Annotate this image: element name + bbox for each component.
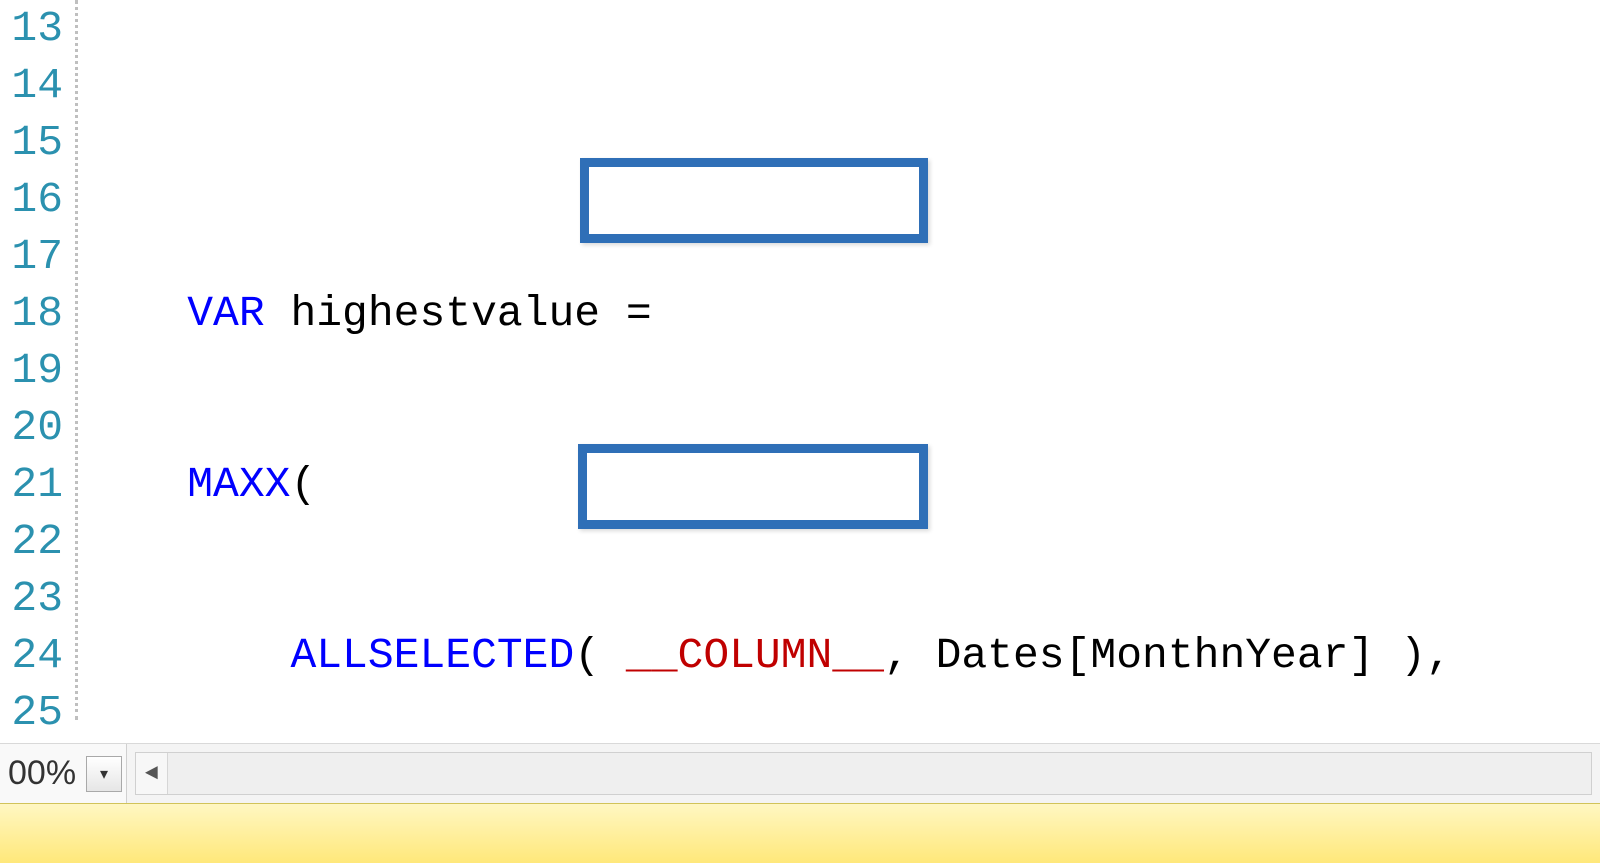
line-number: 24 <box>0 627 63 684</box>
zoom-label: 00% <box>8 754 76 793</box>
line-number: 14 <box>0 57 63 114</box>
line-number: 23 <box>0 570 63 627</box>
triangle-left-icon: ◄ <box>145 761 158 786</box>
code-line: VAR highestvalue = <box>84 285 1600 342</box>
zoom-control[interactable]: 00% ▾ <box>0 744 127 803</box>
line-number: 15 <box>0 114 63 171</box>
line-number: 13 <box>0 0 63 57</box>
status-bar <box>0 803 1600 863</box>
chevron-down-icon: ▾ <box>100 764 108 784</box>
zoom-dropdown-button[interactable]: ▾ <box>86 756 122 792</box>
line-number: 25 <box>0 684 63 741</box>
scroll-left-button[interactable]: ◄ <box>136 753 168 794</box>
scrollbar-track[interactable] <box>168 753 1591 794</box>
line-number: 16 <box>0 171 63 228</box>
code-line <box>84 114 1600 171</box>
line-number: 17 <box>0 228 63 285</box>
horizontal-scrollbar[interactable]: ◄ <box>135 752 1592 795</box>
code-line: MAXX( <box>84 456 1600 513</box>
code-line: ALLSELECTED( __COLUMN__, Dates[MonthnYea… <box>84 627 1600 684</box>
code-editor[interactable]: 13 14 15 16 17 18 19 20 21 22 23 24 25 V… <box>0 0 1600 720</box>
editor-footer: 00% ▾ ◄ <box>0 743 1600 803</box>
line-number: 22 <box>0 513 63 570</box>
code-area[interactable]: VAR highestvalue = MAXX( ALLSELECTED( __… <box>78 0 1600 720</box>
line-number: 20 <box>0 399 63 456</box>
line-number-gutter: 13 14 15 16 17 18 19 20 21 22 23 24 25 <box>0 0 78 720</box>
line-number: 21 <box>0 456 63 513</box>
line-number: 19 <box>0 342 63 399</box>
line-number: 18 <box>0 285 63 342</box>
column-placeholder: __COLUMN__ <box>626 631 884 680</box>
